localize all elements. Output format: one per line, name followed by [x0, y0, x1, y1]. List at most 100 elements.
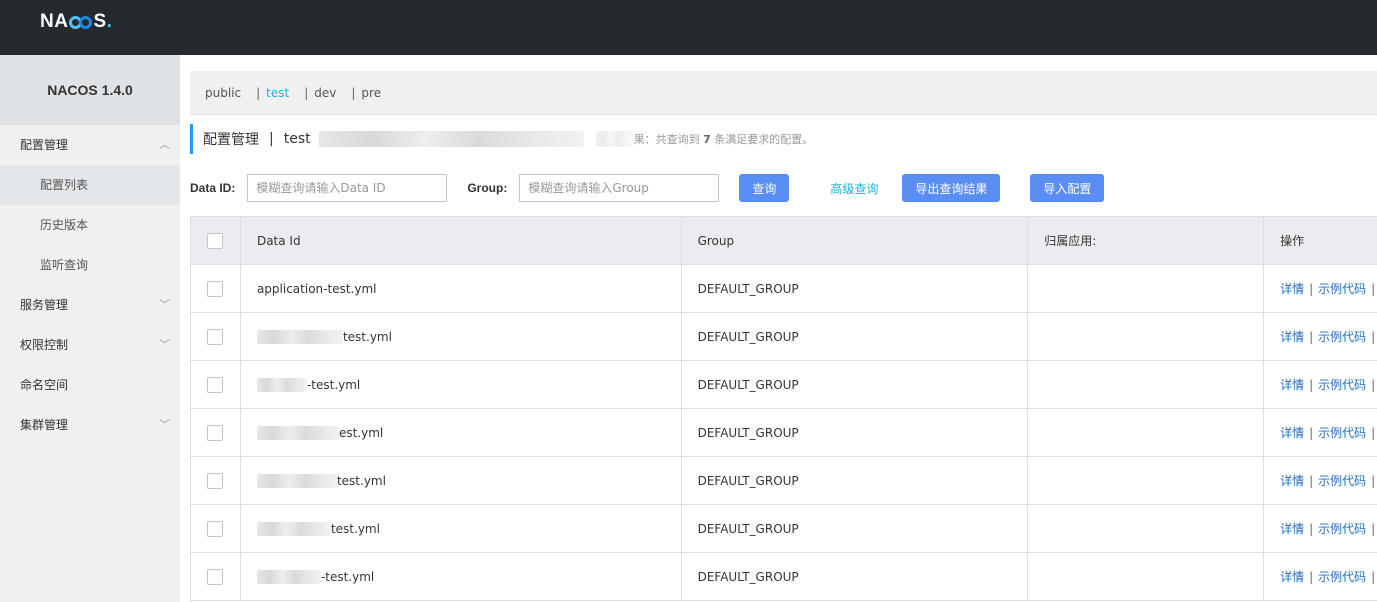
sidebar-item[interactable]: 监听查询 [0, 245, 180, 285]
action-separator: | [1371, 377, 1376, 392]
sidebar-item-label: 命名空间 [20, 378, 69, 392]
redacted-data-id-prefix [256, 329, 343, 344]
sidebar-item[interactable]: 服务管理 ﹀ [0, 285, 180, 325]
data-id-text: application-test.yml [256, 281, 377, 296]
sample-code-link[interactable]: 示例代码 [1318, 328, 1366, 345]
sample-code-link[interactable]: 示例代码 [1318, 472, 1366, 489]
advanced-query-link[interactable]: 高级查询 [830, 180, 878, 197]
table-header: Data Id Group 归属应用: 操作 [191, 217, 1377, 265]
group-search-input[interactable] [519, 174, 720, 202]
namespace-separator: | [304, 85, 309, 100]
data-id-text: -test.yml [306, 377, 361, 392]
row-checkbox[interactable] [207, 472, 224, 489]
header-group[interactable]: Group [682, 217, 1029, 264]
title-separator: | [269, 131, 274, 147]
sidebar-item[interactable]: 配置管理 ︿ [0, 125, 180, 165]
sidebar-item[interactable]: 命名空间 [0, 365, 180, 405]
data-id-text: test.yml [330, 521, 380, 536]
result-summary: 果：共查询到 7 条满足要求的配置。 [633, 133, 814, 146]
section-title: 配置管理 [203, 132, 259, 148]
query-button[interactable]: 查询 [739, 174, 790, 202]
data-id-text: test.yml [336, 473, 386, 488]
sidebar-item[interactable]: 历史版本 [0, 205, 180, 245]
cell-app [1028, 553, 1265, 600]
table-row: test.yml DEFAULT_GROUP 详情 | 示例代码 | [191, 313, 1377, 361]
action-separator: | [1309, 377, 1314, 392]
action-separator: | [1309, 569, 1314, 584]
cell-group: DEFAULT_GROUP [682, 457, 1029, 504]
namespace-separator: | [256, 85, 261, 100]
namespace-tab[interactable]: pre [361, 86, 381, 100]
cell-data-id: test.yml [241, 313, 682, 360]
detail-link[interactable]: 详情 [1280, 328, 1304, 345]
sidebar-item[interactable]: 配置列表 [0, 165, 180, 205]
cell-data-id: est.yml [241, 409, 682, 456]
detail-link[interactable]: 详情 [1280, 520, 1304, 537]
header-actions: 操作 [1280, 234, 1305, 248]
sample-code-link[interactable]: 示例代码 [1318, 424, 1366, 441]
chevron-down-icon: ﹀ [159, 298, 170, 311]
action-separator: | [1371, 329, 1376, 344]
select-all-checkbox[interactable] [207, 232, 224, 249]
action-separator: | [1309, 473, 1314, 488]
action-separator: | [1371, 425, 1376, 440]
header-app[interactable]: 归属应用: [1028, 217, 1265, 264]
sidebar-item[interactable]: 集群管理 ﹀ [0, 405, 180, 445]
action-separator: | [1309, 425, 1314, 440]
redacted-data-id-prefix [256, 521, 331, 536]
export-button[interactable]: 导出查询结果 [902, 174, 1001, 202]
table-row: -test.yml DEFAULT_GROUP 详情 | 示例代码 | [191, 553, 1377, 601]
action-separator: | [1309, 329, 1314, 344]
action-separator: | [1309, 281, 1314, 296]
action-separator: | [1371, 569, 1376, 584]
dataid-search-input[interactable] [247, 174, 448, 202]
detail-link[interactable]: 详情 [1280, 376, 1304, 393]
row-checkbox[interactable] [207, 280, 224, 297]
action-separator: | [1309, 521, 1314, 536]
namespace-tab[interactable]: test [266, 86, 289, 100]
data-id-text: test.yml [342, 329, 392, 344]
header-data-id[interactable]: Data Id [241, 217, 682, 264]
cell-group: DEFAULT_GROUP [682, 265, 1029, 312]
detail-link[interactable]: 详情 [1280, 424, 1304, 441]
redacted-text [595, 131, 632, 147]
redacted-data-id-prefix [256, 473, 337, 488]
row-checkbox[interactable] [207, 568, 224, 585]
table-row: test.yml DEFAULT_GROUP 详情 | 示例代码 | [191, 505, 1377, 553]
nacos-logo[interactable]: NA S. [40, 11, 112, 33]
data-id-text: est.yml [338, 425, 384, 440]
import-button[interactable]: 导入配置 [1030, 174, 1105, 202]
cell-group: DEFAULT_GROUP [682, 361, 1029, 408]
row-checkbox[interactable] [207, 520, 224, 537]
sample-code-link[interactable]: 示例代码 [1318, 376, 1366, 393]
row-checkbox[interactable] [207, 376, 224, 393]
cell-actions: 详情 | 示例代码 | [1264, 265, 1377, 312]
version-title: NACOS 1.4.0 [0, 55, 180, 125]
action-separator: | [1371, 521, 1376, 536]
table-row: test.yml DEFAULT_GROUP 详情 | 示例代码 | [191, 457, 1377, 505]
cell-data-id: test.yml [241, 457, 682, 504]
cell-data-id: -test.yml [241, 361, 682, 408]
detail-link[interactable]: 详情 [1280, 472, 1304, 489]
detail-link[interactable]: 详情 [1280, 568, 1304, 585]
row-checkbox[interactable] [207, 328, 224, 345]
sample-code-link[interactable]: 示例代码 [1318, 568, 1366, 585]
sample-code-link[interactable]: 示例代码 [1318, 520, 1366, 537]
sidebar: NACOS 1.4.0 配置管理 ︿ 配置列表 历史版本 监听查询 服务管理 ﹀ 权限控制 ﹀ 命… [0, 55, 180, 602]
redacted-data-id-prefix [256, 425, 339, 440]
namespace-tab[interactable]: dev [314, 86, 336, 100]
chevron-down-icon: ﹀ [159, 418, 170, 431]
cell-actions: 详情 | 示例代码 | [1264, 457, 1377, 504]
search-bar: Data ID: Group: 查询 高级查询 导出查询结果 导入配置 [190, 174, 1105, 202]
namespace-tab[interactable]: public [205, 86, 241, 100]
sidebar-item[interactable]: 权限控制 ﹀ [0, 325, 180, 365]
table-row: est.yml DEFAULT_GROUP 详情 | 示例代码 | [191, 409, 1377, 457]
cell-group: DEFAULT_GROUP [682, 409, 1029, 456]
cell-actions: 详情 | 示例代码 | [1264, 313, 1377, 360]
cell-app [1028, 505, 1265, 552]
cell-app [1028, 361, 1265, 408]
detail-link[interactable]: 详情 [1280, 280, 1304, 297]
row-checkbox[interactable] [207, 424, 224, 441]
config-table: Data Id Group 归属应用: 操作 application-test.… [190, 216, 1377, 601]
sample-code-link[interactable]: 示例代码 [1318, 280, 1366, 297]
